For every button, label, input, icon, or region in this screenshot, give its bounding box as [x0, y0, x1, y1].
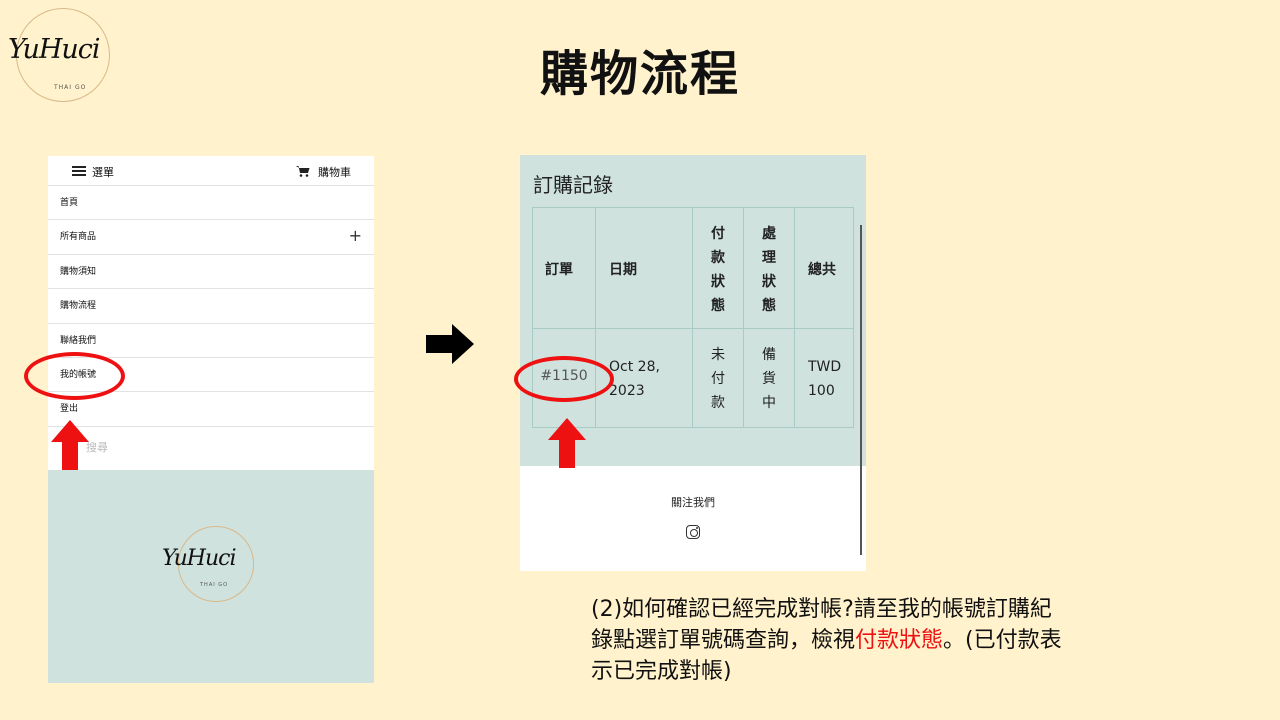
menu-item-label: 所有商品 [60, 232, 97, 243]
plus-icon[interactable]: + [349, 220, 362, 252]
menu-item-all-products[interactable]: 所有商品 + [48, 220, 374, 255]
caption-highlight: 付款狀態 [855, 628, 944, 653]
menu-label[interactable]: 選單 [92, 164, 114, 180]
follow-us-label: 關注我們 [671, 496, 715, 509]
black-right-arrow-icon [426, 324, 474, 364]
table-header-cell: 處 理 狀 態 [743, 207, 795, 329]
table-cell-total: TWD 100 [794, 328, 854, 428]
table-cell-payment-status: 未 付 款 [692, 328, 744, 428]
instagram-icon[interactable] [686, 525, 700, 539]
menu-item-home[interactable]: 首頁 [48, 186, 374, 221]
menu-item-contact-us[interactable]: 聯絡我們 [48, 324, 374, 358]
footer-logo: YuHuci THAI GO [160, 526, 260, 616]
highlight-ring-order-number [514, 356, 614, 402]
menu-item-label: 聯絡我們 [60, 335, 97, 346]
search-label: 搜尋 [86, 440, 108, 454]
table-header-cell: 付 款 狀 態 [692, 207, 744, 329]
cart-icon[interactable] [296, 165, 310, 177]
menu-item-label: 購物須知 [60, 266, 97, 277]
table-header-cell: 日期 [595, 207, 693, 329]
instruction-caption: (2)如何確認已經完成對帳?請至我的帳號訂購紀錄點選訂單號碼查詢，檢視付款狀態。… [591, 594, 1071, 687]
menu-item-label: 首頁 [60, 198, 79, 208]
slide-title: 購物流程 [539, 46, 740, 102]
logo-script-text: YuHuci [162, 546, 236, 571]
table-header-cell: 訂單 [532, 207, 596, 329]
cart-label[interactable]: 購物車 [318, 164, 351, 180]
menu-item-shopping-notice[interactable]: 購物須知 [48, 255, 374, 290]
highlight-ring-account [24, 352, 125, 400]
mobile-menu-panel: 選單 購物車 首頁 所有商品 + 購物須知 購物流程 聯絡我們 我的帳號 登出 搜… [48, 156, 374, 683]
footer-area: YuHuci THAI GO [48, 470, 374, 683]
hamburger-icon[interactable] [72, 166, 86, 176]
menu-item-label: 購物流程 [60, 301, 97, 312]
logo-sub-text: THAI GO [200, 582, 229, 588]
table-header-cell: 總共 [794, 207, 854, 329]
red-up-arrow-icon [51, 420, 89, 470]
table-cell-processing-status: 備 貨 中 [743, 328, 795, 428]
menu-header: 選單 購物車 [48, 156, 374, 186]
menu-item-shopping-process[interactable]: 購物流程 [48, 289, 374, 324]
menu-item-label: 登出 [60, 404, 79, 415]
order-history-title: 訂購記錄 [533, 173, 613, 197]
search-row[interactable]: 搜尋 [48, 426, 374, 471]
red-up-arrow-icon [548, 418, 586, 468]
